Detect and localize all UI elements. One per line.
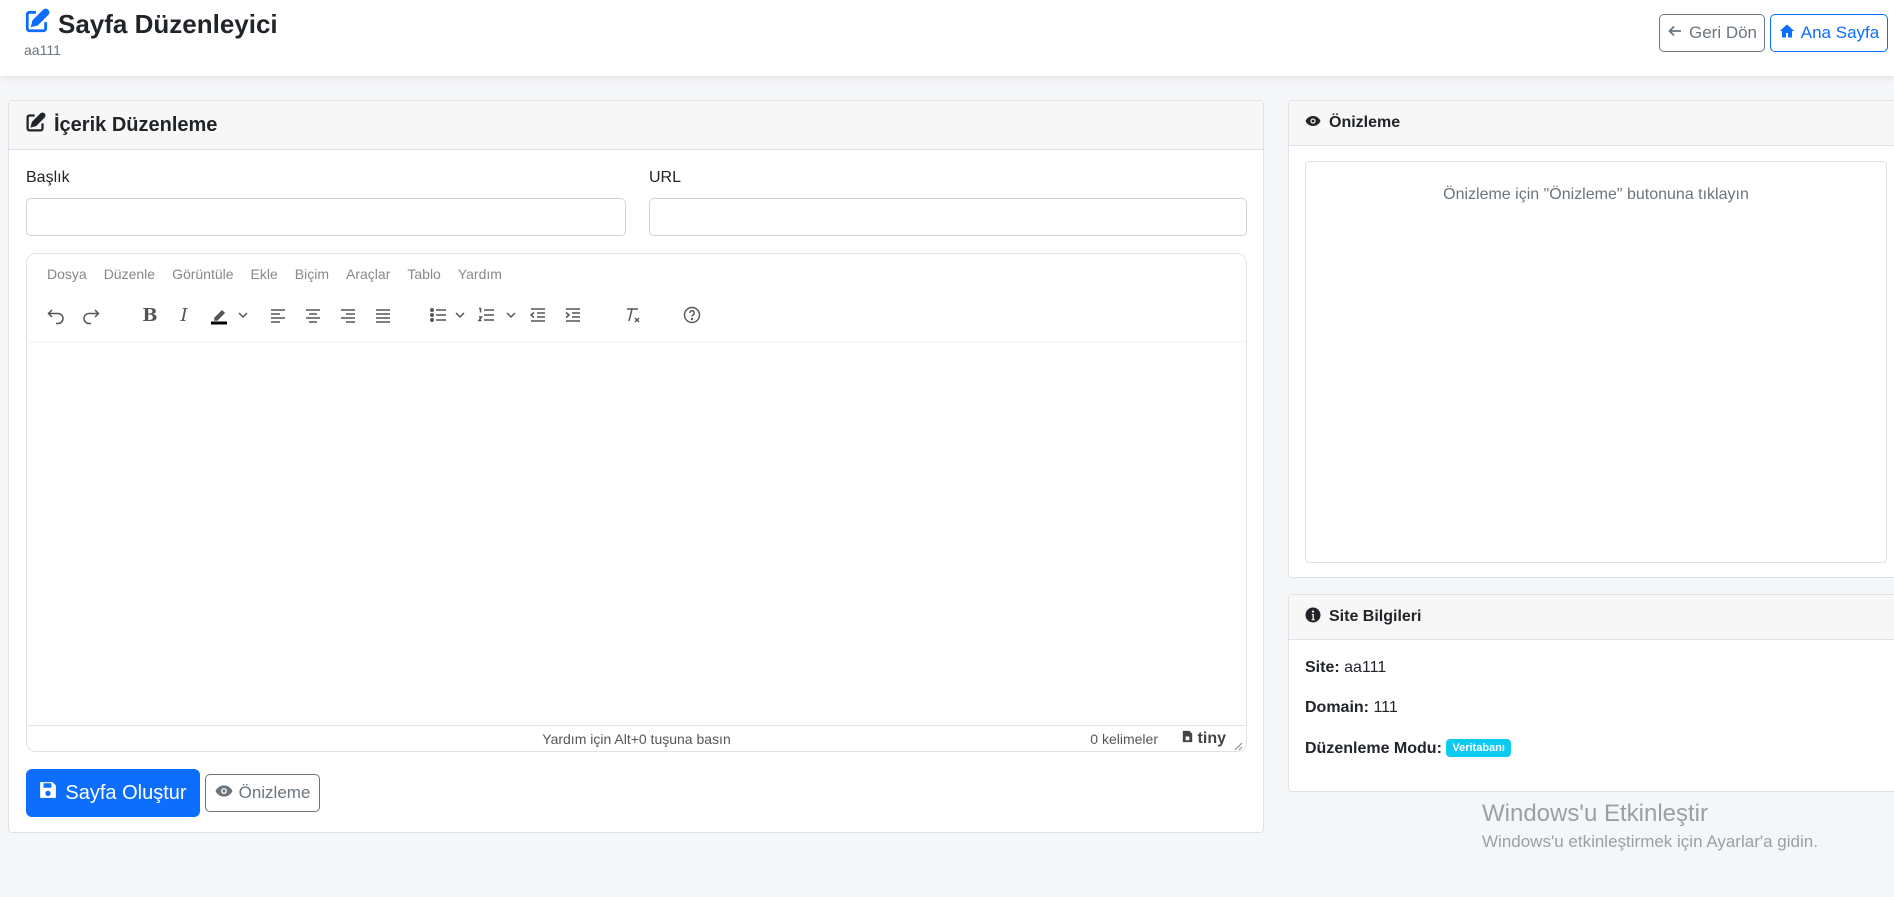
- back-button[interactable]: Geri Dön: [1659, 14, 1765, 52]
- site-info-card: Site Bilgileri Site: aa111 Domain: 111 D…: [1288, 594, 1894, 792]
- domain-label: Domain:: [1305, 699, 1369, 716]
- numbered-list-icon[interactable]: [475, 304, 497, 326]
- domain-row: Domain: 111: [1305, 699, 1398, 717]
- title-input[interactable]: [26, 198, 626, 236]
- menu-format[interactable]: Biçim: [295, 266, 329, 282]
- edit-icon: [25, 112, 46, 139]
- clear-format-icon[interactable]: [622, 304, 644, 326]
- tiny-logo-text: tiny: [1197, 730, 1226, 747]
- preview-frame: Önizleme için "Önizleme" butonuna tıklay…: [1305, 161, 1887, 563]
- editor-menubar: Dosya Düzenle Görüntüle Ekle Biçim Araçl…: [27, 254, 1246, 294]
- menu-edit[interactable]: Düzenle: [104, 266, 155, 282]
- preview-message: Önizleme için "Önizleme" butonuna tıklay…: [1443, 186, 1749, 203]
- preview-button[interactable]: Önizleme: [205, 774, 320, 812]
- site-value: aa111: [1344, 659, 1387, 676]
- home-button-label: Ana Sayfa: [1800, 23, 1880, 42]
- save-icon: [39, 781, 57, 805]
- editor-statusbar: Yardım için Alt+0 tuşuna basın 0 kelimel…: [27, 725, 1246, 751]
- preview-button-label: Önizleme: [238, 783, 311, 802]
- undo-icon[interactable]: [45, 304, 67, 326]
- edit-mode-label: Düzenleme Modu:: [1305, 740, 1442, 757]
- editor-content-area[interactable]: [27, 341, 1246, 725]
- menu-table[interactable]: Tablo: [407, 266, 440, 282]
- top-bar: Sayfa Düzenleyici aa111 Geri Dön Ana Say…: [0, 0, 1894, 76]
- redo-icon[interactable]: [80, 304, 102, 326]
- site-row: Site: aa111: [1305, 659, 1386, 677]
- edit-mode-badge: Veritabanı: [1446, 739, 1511, 757]
- page-subtitle: aa111: [24, 42, 61, 58]
- tiny-logo[interactable]: tiny: [1180, 729, 1226, 749]
- indent-icon[interactable]: [562, 304, 584, 326]
- edit-icon: [24, 8, 50, 41]
- eye-icon: [1305, 113, 1321, 134]
- domain-value: 111: [1373, 699, 1398, 716]
- preview-card-title: Önizleme: [1329, 114, 1401, 131]
- home-button[interactable]: Ana Sayfa: [1770, 14, 1888, 52]
- justify-icon[interactable]: [372, 304, 394, 326]
- url-input[interactable]: [649, 198, 1247, 236]
- tiny-logo-icon: [1180, 729, 1195, 749]
- chevron-down-icon[interactable]: [454, 304, 466, 326]
- status-help-text: Yardım için Alt+0 tuşuna basın: [542, 731, 731, 747]
- content-editor-title: İçerik Düzenleme: [54, 113, 218, 136]
- menu-view[interactable]: Görüntüle: [172, 266, 233, 282]
- preview-card: Önizleme Önizleme için "Önizleme" butonu…: [1288, 100, 1894, 578]
- content-editor-card: İçerik Düzenleme Başlık URL Dosya Düzenl…: [8, 100, 1264, 833]
- chevron-down-icon[interactable]: [505, 304, 517, 326]
- site-info-title: Site Bilgileri: [1329, 608, 1422, 625]
- menu-insert[interactable]: Ekle: [251, 266, 278, 282]
- activation-watermark-title: Windows'u Etkinleştir: [1482, 800, 1708, 827]
- site-label: Site:: [1305, 659, 1340, 676]
- resize-handle-icon[interactable]: [1233, 738, 1243, 751]
- title-label: Başlık: [26, 169, 70, 186]
- site-info-header: Site Bilgileri: [1289, 595, 1894, 640]
- back-button-label: Geri Dön: [1688, 23, 1758, 42]
- help-icon[interactable]: [681, 304, 703, 326]
- align-right-icon[interactable]: [337, 304, 359, 326]
- word-count[interactable]: 0 kelimeler: [1090, 731, 1158, 747]
- highlight-icon[interactable]: [208, 304, 230, 326]
- menu-help[interactable]: Yardım: [458, 266, 502, 282]
- menu-tools[interactable]: Araçlar: [346, 266, 390, 282]
- arrow-left-icon: [1667, 23, 1683, 44]
- align-left-icon[interactable]: [267, 304, 289, 326]
- rich-text-editor: Dosya Düzenle Görüntüle Ekle Biçim Araçl…: [26, 253, 1247, 752]
- bold-icon[interactable]: B: [139, 304, 161, 326]
- editor-toolbar: B I: [27, 294, 1246, 336]
- page-title-text: Sayfa Düzenleyici: [58, 9, 278, 39]
- preview-card-header: Önizleme: [1289, 101, 1894, 146]
- create-page-button[interactable]: Sayfa Oluştur: [26, 769, 200, 817]
- page-title: Sayfa Düzenleyici: [24, 8, 278, 41]
- chevron-down-icon[interactable]: [237, 304, 249, 326]
- info-icon: [1305, 607, 1321, 628]
- italic-icon[interactable]: I: [173, 304, 195, 326]
- activation-watermark-subtitle: Windows'u etkinleştirmek için Ayarlar'a …: [1482, 832, 1818, 851]
- url-label: URL: [649, 169, 682, 186]
- create-page-label: Sayfa Oluştur: [65, 781, 187, 804]
- home-icon: [1779, 23, 1795, 44]
- bullet-list-icon[interactable]: [427, 304, 449, 326]
- menu-file[interactable]: Dosya: [47, 266, 87, 282]
- edit-mode-row: Düzenleme Modu: Veritabanı: [1305, 739, 1511, 758]
- outdent-icon[interactable]: [527, 304, 549, 326]
- eye-icon: [215, 782, 233, 805]
- align-center-icon[interactable]: [302, 304, 324, 326]
- content-editor-header: İçerik Düzenleme: [9, 101, 1263, 150]
